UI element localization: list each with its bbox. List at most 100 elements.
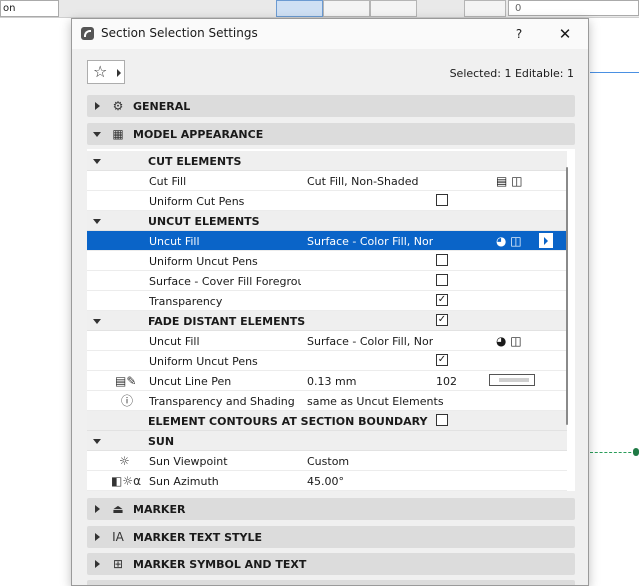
chevron-down-icon bbox=[93, 219, 101, 224]
chevron-down-icon bbox=[93, 439, 101, 444]
canvas-blue-line bbox=[590, 72, 639, 73]
fill-type-icon[interactable]: ◕ ◫ bbox=[496, 333, 522, 349]
group-uncut-elements[interactable]: UNCUT ELEMENTS bbox=[87, 211, 567, 231]
row-uniform-uncut-pens[interactable]: Uniform Uncut Pens bbox=[87, 251, 567, 271]
selected-editable-count: Selected: 1 Editable: 1 bbox=[449, 67, 574, 80]
fade-uniform-uncut-pens-checkbox[interactable] bbox=[436, 354, 448, 366]
chevron-right-icon bbox=[95, 560, 100, 568]
row-transparency[interactable]: Transparency bbox=[87, 291, 567, 311]
help-button[interactable]: ? bbox=[510, 25, 528, 43]
row-label: Sun Viewpoint bbox=[149, 455, 228, 468]
toolbar-field-right[interactable]: 0 bbox=[508, 0, 639, 16]
model-appearance-panel: CUT ELEMENTS Cut Fill Cut Fill, Non-Shad… bbox=[87, 149, 575, 491]
element-contours-checkbox[interactable] bbox=[436, 414, 448, 426]
row-value: 45.00° bbox=[307, 475, 344, 488]
transparency-checkbox[interactable] bbox=[436, 294, 448, 306]
row-transparency-shading[interactable]: ⓘ Transparency and Shading same as Uncut… bbox=[87, 391, 567, 411]
panel-scrollbar[interactable] bbox=[566, 167, 568, 425]
pen-icon: ▤✎ bbox=[115, 374, 137, 388]
favorites-button[interactable]: ☆ bbox=[87, 60, 125, 84]
chevron-down-icon bbox=[93, 319, 101, 324]
surface-cover-fill-checkbox[interactable] bbox=[436, 274, 448, 286]
dialog-title: Section Selection Settings bbox=[101, 26, 258, 40]
geometry-method-button-2[interactable] bbox=[323, 0, 370, 17]
group-sun[interactable]: SUN bbox=[87, 431, 567, 451]
row-sun-azimuth[interactable]: ◧☼α Sun Azimuth 45.00° bbox=[87, 471, 567, 491]
text-style-icon: IA bbox=[112, 530, 124, 544]
row-label: Uniform Uncut Pens bbox=[149, 255, 258, 268]
row-fade-uncut-fill[interactable]: Uncut Fill Surface - Color Fill, Non... … bbox=[87, 331, 567, 351]
dialog-titlebar[interactable]: Section Selection Settings ? ✕ bbox=[72, 19, 588, 49]
section-marker[interactable]: ⏏ MARKER bbox=[87, 498, 575, 520]
uniform-cut-pens-checkbox[interactable] bbox=[436, 194, 448, 206]
row-fade-uniform-uncut-pens[interactable]: Uniform Uncut Pens bbox=[87, 351, 567, 371]
section-model-appearance[interactable]: ▦ MODEL APPEARANCE bbox=[87, 123, 575, 145]
app-logo-icon bbox=[81, 27, 94, 40]
chevron-right-icon bbox=[95, 533, 100, 541]
row-label: Cut Fill bbox=[149, 175, 187, 188]
uniform-uncut-pens-checkbox[interactable] bbox=[436, 254, 448, 266]
section-model-appearance-label: MODEL APPEARANCE bbox=[133, 128, 264, 141]
group-label: FADE DISTANT ELEMENTS bbox=[148, 315, 306, 328]
toolbar-icon-button[interactable] bbox=[464, 0, 506, 17]
sun-icon: ☼ bbox=[119, 454, 130, 468]
row-label: Uncut Fill bbox=[149, 235, 200, 248]
pen-number[interactable]: 102 bbox=[436, 375, 457, 388]
marker-symbol-icon: ⊞ bbox=[112, 557, 124, 571]
row-value: 0.13 mm bbox=[307, 375, 357, 388]
chevron-down-icon bbox=[93, 132, 101, 137]
chevron-right-icon bbox=[95, 102, 100, 110]
fill-type-icon[interactable]: ◕ ◫ bbox=[496, 233, 522, 249]
marker-icon: ⏏ bbox=[112, 502, 124, 516]
row-label: Transparency bbox=[149, 295, 223, 308]
row-label: Surface - Cover Fill Foregrou... bbox=[149, 275, 301, 288]
row-value: Custom bbox=[307, 455, 350, 468]
fade-distant-elements-checkbox[interactable] bbox=[436, 314, 448, 326]
row-value: Cut Fill, Non-Shaded bbox=[307, 175, 419, 188]
section-settings-dialog: Section Selection Settings ? ✕ ☆ Selecte… bbox=[71, 18, 589, 586]
row-label: Uniform Cut Pens bbox=[149, 195, 245, 208]
section-general[interactable]: ⚙ GENERAL bbox=[87, 95, 575, 117]
section-marker-symbol-and-text[interactable]: ⊞ MARKER SYMBOL AND TEXT bbox=[87, 553, 575, 575]
pen-color-swatch[interactable] bbox=[489, 374, 535, 386]
row-uniform-cut-pens[interactable]: Uniform Cut Pens bbox=[87, 191, 567, 211]
group-label: UNCUT ELEMENTS bbox=[148, 215, 260, 228]
section-marker-text-style[interactable]: IA MARKER TEXT STYLE bbox=[87, 526, 575, 548]
canvas-section-marker[interactable] bbox=[633, 448, 639, 456]
general-settings-icon: ⚙ bbox=[112, 99, 124, 113]
group-fade-distant-elements[interactable]: FADE DISTANT ELEMENTS bbox=[87, 311, 567, 331]
section-marker-label: MARKER bbox=[133, 503, 186, 516]
row-uncut-line-pen[interactable]: ▤✎ Uncut Line Pen 0.13 mm 102 bbox=[87, 371, 567, 391]
row-label: Uncut Line Pen bbox=[149, 375, 232, 388]
close-button[interactable]: ✕ bbox=[555, 24, 575, 44]
row-label: Transparency and Shading bbox=[149, 395, 295, 408]
chevron-right-icon bbox=[95, 505, 100, 513]
chevron-down-icon bbox=[93, 159, 101, 164]
row-label: Uniform Uncut Pens bbox=[149, 355, 258, 368]
row-sun-viewpoint[interactable]: ☼ Sun Viewpoint Custom bbox=[87, 451, 567, 471]
azimuth-icon: ◧☼α bbox=[111, 474, 142, 488]
row-value: Surface - Color Fill, Non... bbox=[307, 235, 433, 248]
geometry-method-button-3[interactable] bbox=[370, 0, 417, 17]
section-general-label: GENERAL bbox=[133, 100, 191, 113]
info-icon: ⓘ bbox=[121, 394, 134, 408]
model-appearance-icon: ▦ bbox=[112, 127, 124, 141]
row-value: same as Uncut Elements bbox=[307, 395, 444, 408]
group-element-contours[interactable]: ELEMENT CONTOURS AT SECTION BOUNDARY bbox=[87, 411, 567, 431]
toolbar-field-left[interactable]: on bbox=[0, 0, 59, 17]
group-cut-elements[interactable]: CUT ELEMENTS bbox=[87, 151, 567, 171]
row-uncut-fill[interactable]: Uncut Fill Surface - Color Fill, Non... … bbox=[87, 231, 567, 251]
section-marker-text-style-label: MARKER TEXT STYLE bbox=[133, 531, 263, 544]
section-marker-symbol-and-text-label: MARKER SYMBOL AND TEXT bbox=[133, 558, 307, 571]
row-cut-fill[interactable]: Cut Fill Cut Fill, Non-Shaded ▤ ◫ bbox=[87, 171, 567, 191]
row-label: Sun Azimuth bbox=[149, 475, 219, 488]
section-next-collapsed[interactable] bbox=[87, 580, 575, 585]
geometry-method-button-1[interactable] bbox=[276, 0, 323, 17]
expand-arrow-button[interactable] bbox=[539, 233, 553, 248]
row-label: Uncut Fill bbox=[149, 335, 200, 348]
canvas-section-line bbox=[590, 452, 636, 453]
fill-type-icon[interactable]: ▤ ◫ bbox=[496, 173, 523, 189]
star-icon: ☆ bbox=[93, 62, 108, 81]
row-surface-cover-fill[interactable]: Surface - Cover Fill Foregrou... bbox=[87, 271, 567, 291]
row-value: Surface - Color Fill, Non... bbox=[307, 335, 433, 348]
